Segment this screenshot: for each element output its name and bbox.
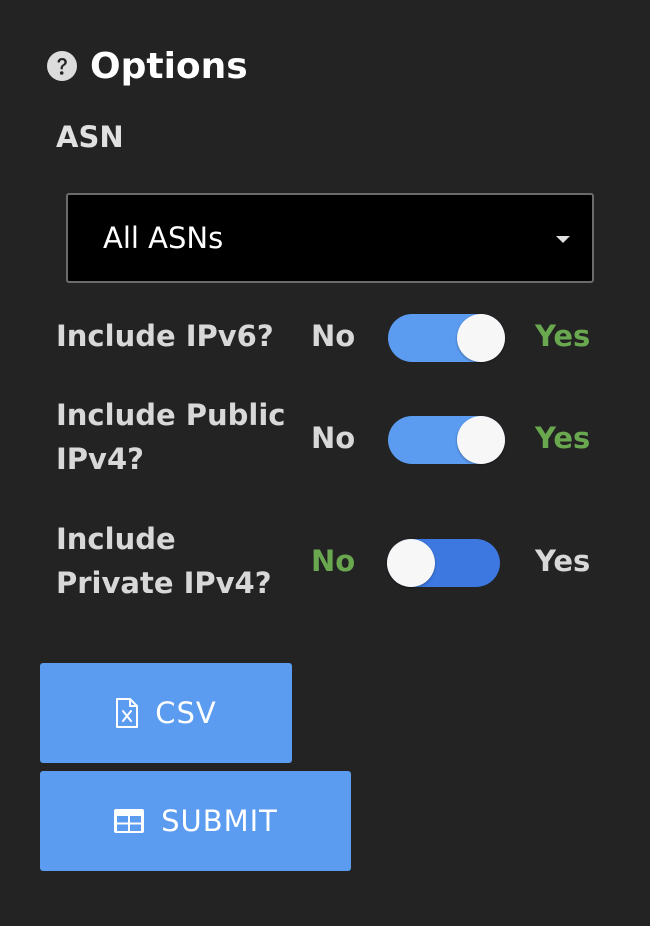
include-public-ipv4-label: Include Public IPv4? — [56, 398, 286, 476]
include-private-ipv4-toggle[interactable] — [387, 539, 500, 587]
include-private-ipv4-label: Include Private IPv4? — [56, 522, 272, 600]
include-private-ipv4-yes-label: Yes — [535, 544, 591, 578]
submit-button-label: SUBMIT — [161, 804, 278, 838]
include-ipv6-label: Include IPv6? — [56, 319, 274, 353]
submit-button[interactable]: SUBMIT — [40, 771, 351, 871]
csv-button[interactable]: CSV — [40, 663, 292, 763]
caret-down-icon — [556, 236, 570, 243]
include-ipv6-no-label: No — [311, 319, 356, 353]
file-excel-icon — [116, 698, 139, 728]
toggle-knob — [457, 416, 505, 464]
include-public-ipv4-toggle[interactable] — [388, 416, 505, 464]
toggle-knob — [457, 314, 505, 362]
options-header: Options — [46, 44, 248, 88]
help-circle-icon[interactable] — [46, 50, 78, 82]
options-title: Options — [90, 45, 248, 87]
asn-label: ASN — [56, 120, 124, 154]
include-ipv6-yes-label: Yes — [535, 319, 591, 353]
include-ipv6-toggle[interactable] — [388, 314, 505, 362]
asn-select[interactable]: All ASNs — [66, 193, 594, 283]
options-panel: Options ASN All ASNs Include IPv6? No Ye… — [0, 0, 650, 926]
asn-select-value: All ASNs — [103, 221, 224, 255]
table-icon — [114, 809, 145, 833]
toggle-knob — [387, 539, 435, 587]
include-public-ipv4-yes-label: Yes — [535, 421, 591, 455]
include-public-ipv4-no-label: No — [311, 421, 356, 455]
csv-button-label: CSV — [155, 696, 217, 730]
include-private-ipv4-no-label: No — [311, 544, 356, 578]
